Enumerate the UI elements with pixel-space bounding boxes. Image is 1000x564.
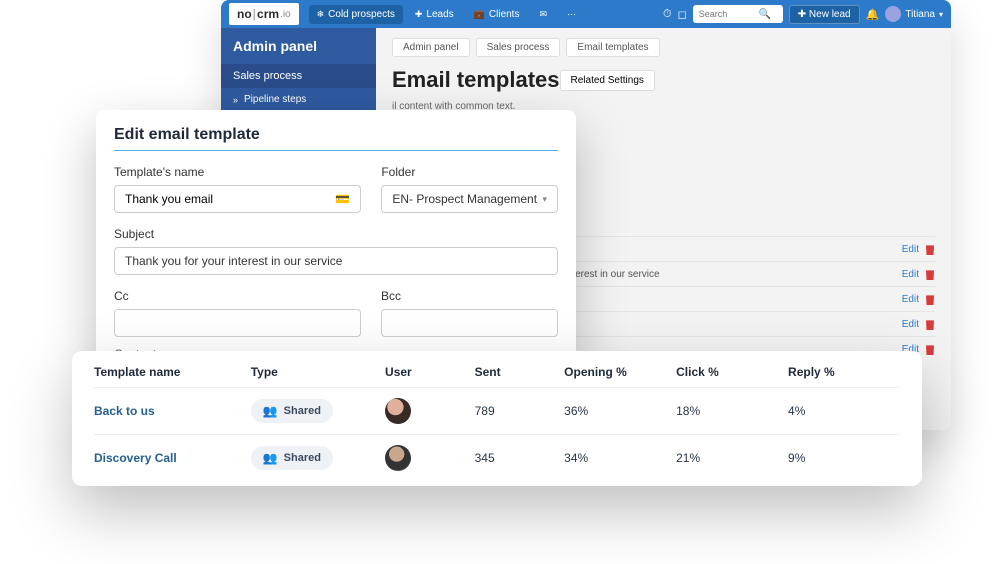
nav-clients[interactable]: 💼 Clients (466, 5, 528, 24)
trash-icon[interactable] (925, 293, 935, 305)
click-value: 18% (676, 404, 788, 418)
crumb-templates[interactable]: Email templates (566, 38, 659, 57)
stats-header-row: Template name Type User Sent Opening % C… (94, 365, 900, 387)
template-stats-panel: Template name Type User Sent Opening % C… (72, 351, 922, 486)
trash-icon[interactable] (925, 318, 935, 330)
sidebar-section-sales-process[interactable]: Sales process (221, 64, 376, 88)
briefcase-icon: 💼 (474, 9, 485, 20)
col-opening: Opening % (564, 365, 676, 379)
shared-label: Shared (284, 405, 321, 417)
user-avatar[interactable] (385, 445, 411, 471)
shared-badge: 👥 Shared (251, 446, 333, 470)
template-name-label: Template's name (114, 165, 361, 179)
topbar: no|crm.io ❄Cold prospects ✚Leads 💼 Client… (221, 0, 951, 28)
bcc-label: Bcc (381, 289, 558, 303)
folder-label: Folder (381, 165, 558, 179)
folder-value: EN- Prospect Management (392, 192, 537, 206)
template-name-input-wrap: 💳 (114, 185, 361, 213)
reply-value: 9% (788, 451, 900, 465)
people-icon: 👥 (263, 451, 278, 465)
search-input[interactable] (699, 9, 759, 19)
sidebar-item-label: Pipeline steps (244, 94, 306, 105)
ellipsis-icon: ⋯ (567, 9, 576, 20)
col-click: Click % (676, 365, 788, 379)
crumb-admin[interactable]: Admin panel (392, 38, 470, 57)
nav-label: Leads (426, 9, 453, 20)
trash-icon[interactable] (925, 343, 935, 355)
chevron-down-icon: ▾ (542, 194, 547, 205)
trash-icon[interactable] (925, 243, 935, 255)
user-menu[interactable]: Titiana ▾ (885, 6, 943, 22)
related-settings-button[interactable]: Related Settings (560, 70, 655, 91)
credit-card-icon[interactable]: 💳 (335, 192, 350, 206)
stats-row: Back to us 👥 Shared 789 36% 18% 4% (94, 387, 900, 434)
new-lead-button[interactable]: ✚ New lead (789, 5, 860, 24)
sent-value: 789 (475, 404, 565, 418)
people-icon: 👥 (263, 404, 278, 418)
cc-input[interactable] (114, 309, 361, 337)
edit-link[interactable]: Edit (902, 244, 919, 255)
bookmark-icon[interactable]: ◻ (678, 8, 687, 21)
logo[interactable]: no|crm.io (229, 3, 299, 25)
click-value: 21% (676, 451, 788, 465)
page-title: Email templates (392, 67, 560, 93)
chevron-down-icon: ▾ (939, 10, 943, 19)
trash-icon[interactable] (925, 268, 935, 280)
avatar-icon (885, 6, 901, 22)
nav-more[interactable]: ⋯ (559, 5, 584, 24)
new-lead-label: New lead (809, 9, 851, 20)
snowflake-icon: ❄ (317, 9, 325, 20)
nav-leads[interactable]: ✚Leads (407, 5, 462, 24)
edit-link[interactable]: Edit (902, 294, 919, 305)
col-sent: Sent (475, 365, 565, 379)
bell-icon[interactable]: 🔔 (866, 8, 880, 21)
user-avatar[interactable] (385, 398, 411, 424)
col-template-name: Template name (94, 365, 251, 379)
user-name: Titiana (905, 9, 935, 20)
subject-label: Subject (114, 227, 558, 241)
shared-label: Shared (284, 452, 321, 464)
nav-label: Clients (489, 9, 520, 20)
top-nav: ❄Cold prospects ✚Leads 💼 Clients ✉ ⋯ (309, 5, 584, 24)
open-value: 34% (564, 451, 676, 465)
col-reply: Reply % (788, 365, 900, 379)
envelope-icon: ✉ (539, 9, 547, 20)
folder-select[interactable]: EN- Prospect Management ▾ (381, 185, 558, 213)
modal-title: Edit email template (114, 126, 558, 151)
reply-value: 4% (788, 404, 900, 418)
search-icon: 🔍 (759, 9, 771, 20)
logo-part-a: no (237, 7, 252, 21)
crumb-sales[interactable]: Sales process (476, 38, 561, 57)
clock-icon[interactable]: ⏱ (663, 8, 672, 21)
nav-mail[interactable]: ✉ (531, 5, 555, 24)
edit-template-modal: Edit email template Template's name 💳 Fo… (96, 110, 576, 360)
col-user: User (385, 365, 475, 379)
logo-part-c: .io (280, 9, 291, 20)
sidebar-item-pipeline[interactable]: » Pipeline steps (221, 88, 376, 111)
template-link[interactable]: Back to us (94, 404, 251, 418)
bcc-input[interactable] (381, 309, 558, 337)
open-value: 36% (564, 404, 676, 418)
edit-link[interactable]: Edit (902, 269, 919, 280)
sent-value: 345 (475, 451, 565, 465)
search-box[interactable]: 🔍 (693, 5, 783, 23)
edit-link[interactable]: Edit (902, 319, 919, 330)
nav-label: Cold prospects (328, 9, 395, 20)
breadcrumb: Admin panel Sales process Email template… (376, 28, 951, 67)
arrows-icon: » (233, 95, 238, 105)
col-type: Type (251, 365, 385, 379)
logo-part-b: crm (257, 7, 279, 21)
shared-badge: 👥 Shared (251, 399, 333, 423)
cc-label: Cc (114, 289, 361, 303)
plus-icon: ✚ (415, 9, 423, 20)
topbar-right: ⏱ ◻ 🔍 ✚ New lead 🔔 Titiana ▾ (663, 5, 943, 24)
subject-input[interactable] (114, 247, 558, 275)
nav-cold-prospects[interactable]: ❄Cold prospects (309, 5, 403, 24)
template-link[interactable]: Discovery Call (94, 451, 251, 465)
stats-row: Discovery Call 👥 Shared 345 34% 21% 9% (94, 434, 900, 481)
template-name-input[interactable] (125, 192, 335, 206)
sidebar-title: Admin panel (221, 28, 376, 64)
